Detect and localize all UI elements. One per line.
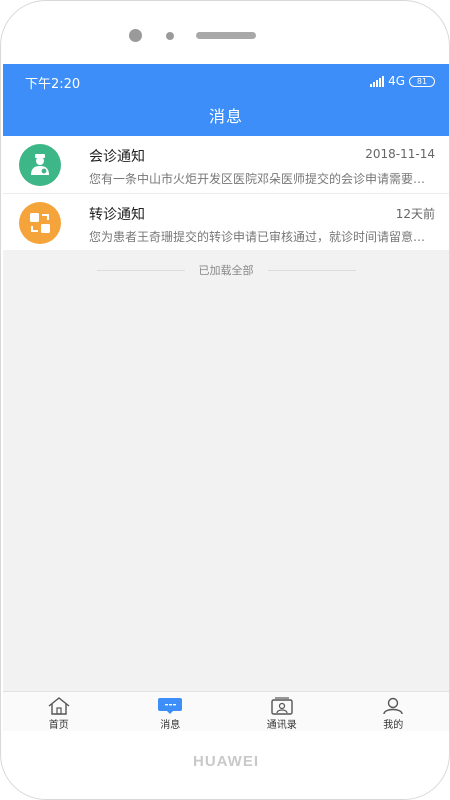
divider bbox=[267, 269, 356, 271]
home-icon bbox=[46, 696, 72, 715]
transfer-icon bbox=[19, 202, 61, 244]
status-bar: 下午2:20 4G 81 bbox=[3, 64, 449, 98]
tab-home[interactable]: 首页 bbox=[3, 692, 115, 731]
divider bbox=[96, 269, 185, 271]
message-icon bbox=[157, 696, 183, 715]
header-bar: 消息 bbox=[3, 98, 449, 136]
network-type: 4G bbox=[388, 74, 405, 88]
phone-top-bezel bbox=[1, 25, 450, 47]
bottom-tab-bar: 首页 消息 通讯录 我的 bbox=[3, 691, 449, 731]
earpiece-speaker bbox=[196, 32, 256, 39]
message-item-referral[interactable]: 转诊通知 12天前 您为患者王奇珊提交的转诊申请已审核通过，就诊时间请留意后续通… bbox=[3, 193, 449, 250]
message-title: 会诊通知 bbox=[89, 149, 145, 165]
battery-icon: 81 bbox=[409, 75, 435, 87]
list-end-text: 已加载全部 bbox=[198, 264, 254, 277]
contacts-icon bbox=[269, 696, 295, 715]
list-end-indicator: 已加载全部 bbox=[3, 262, 449, 278]
profile-icon bbox=[380, 696, 406, 715]
status-indicators: 4G 81 bbox=[370, 73, 435, 89]
tab-label: 消息 bbox=[160, 720, 181, 731]
message-item-consultation[interactable]: 会诊通知 2018-11-14 您有一条中山市火炬开发区医院邓朵医师提交的会诊申… bbox=[3, 136, 449, 193]
status-time: 下午2:20 bbox=[25, 77, 81, 92]
device-brand-logo: HUAWEI bbox=[193, 753, 259, 770]
app-screen: 下午2:20 4G 81 消息 会诊通知 2018-11-14 您有一条中山市火… bbox=[3, 64, 449, 731]
message-preview: 您为患者王奇珊提交的转诊申请已审核通过，就诊时间请留意后续通知 bbox=[89, 230, 434, 244]
tab-label: 通讯录 bbox=[266, 720, 297, 731]
tab-label: 我的 bbox=[383, 720, 404, 731]
message-time: 12天前 bbox=[395, 207, 435, 221]
tab-messages[interactable]: 消息 bbox=[115, 692, 227, 731]
tab-profile[interactable]: 我的 bbox=[338, 692, 450, 731]
message-list: 会诊通知 2018-11-14 您有一条中山市火炬开发区医院邓朵医师提交的会诊申… bbox=[3, 136, 449, 250]
message-preview: 您有一条中山市火炬开发区医院邓朵医师提交的会诊申请需要处理，请及时查看 bbox=[89, 172, 434, 186]
page-title: 消息 bbox=[208, 107, 243, 126]
message-title: 转诊通知 bbox=[89, 207, 145, 223]
tab-label: 首页 bbox=[48, 720, 69, 731]
signal-icon bbox=[370, 75, 385, 87]
phone-frame: 下午2:20 4G 81 消息 会诊通知 2018-11-14 您有一条中山市火… bbox=[0, 0, 450, 800]
message-time: 2018-11-14 bbox=[365, 147, 435, 161]
tab-contacts[interactable]: 通讯录 bbox=[226, 692, 338, 731]
proximity-sensor bbox=[166, 32, 174, 40]
doctor-icon bbox=[19, 144, 61, 186]
front-camera bbox=[129, 29, 142, 42]
